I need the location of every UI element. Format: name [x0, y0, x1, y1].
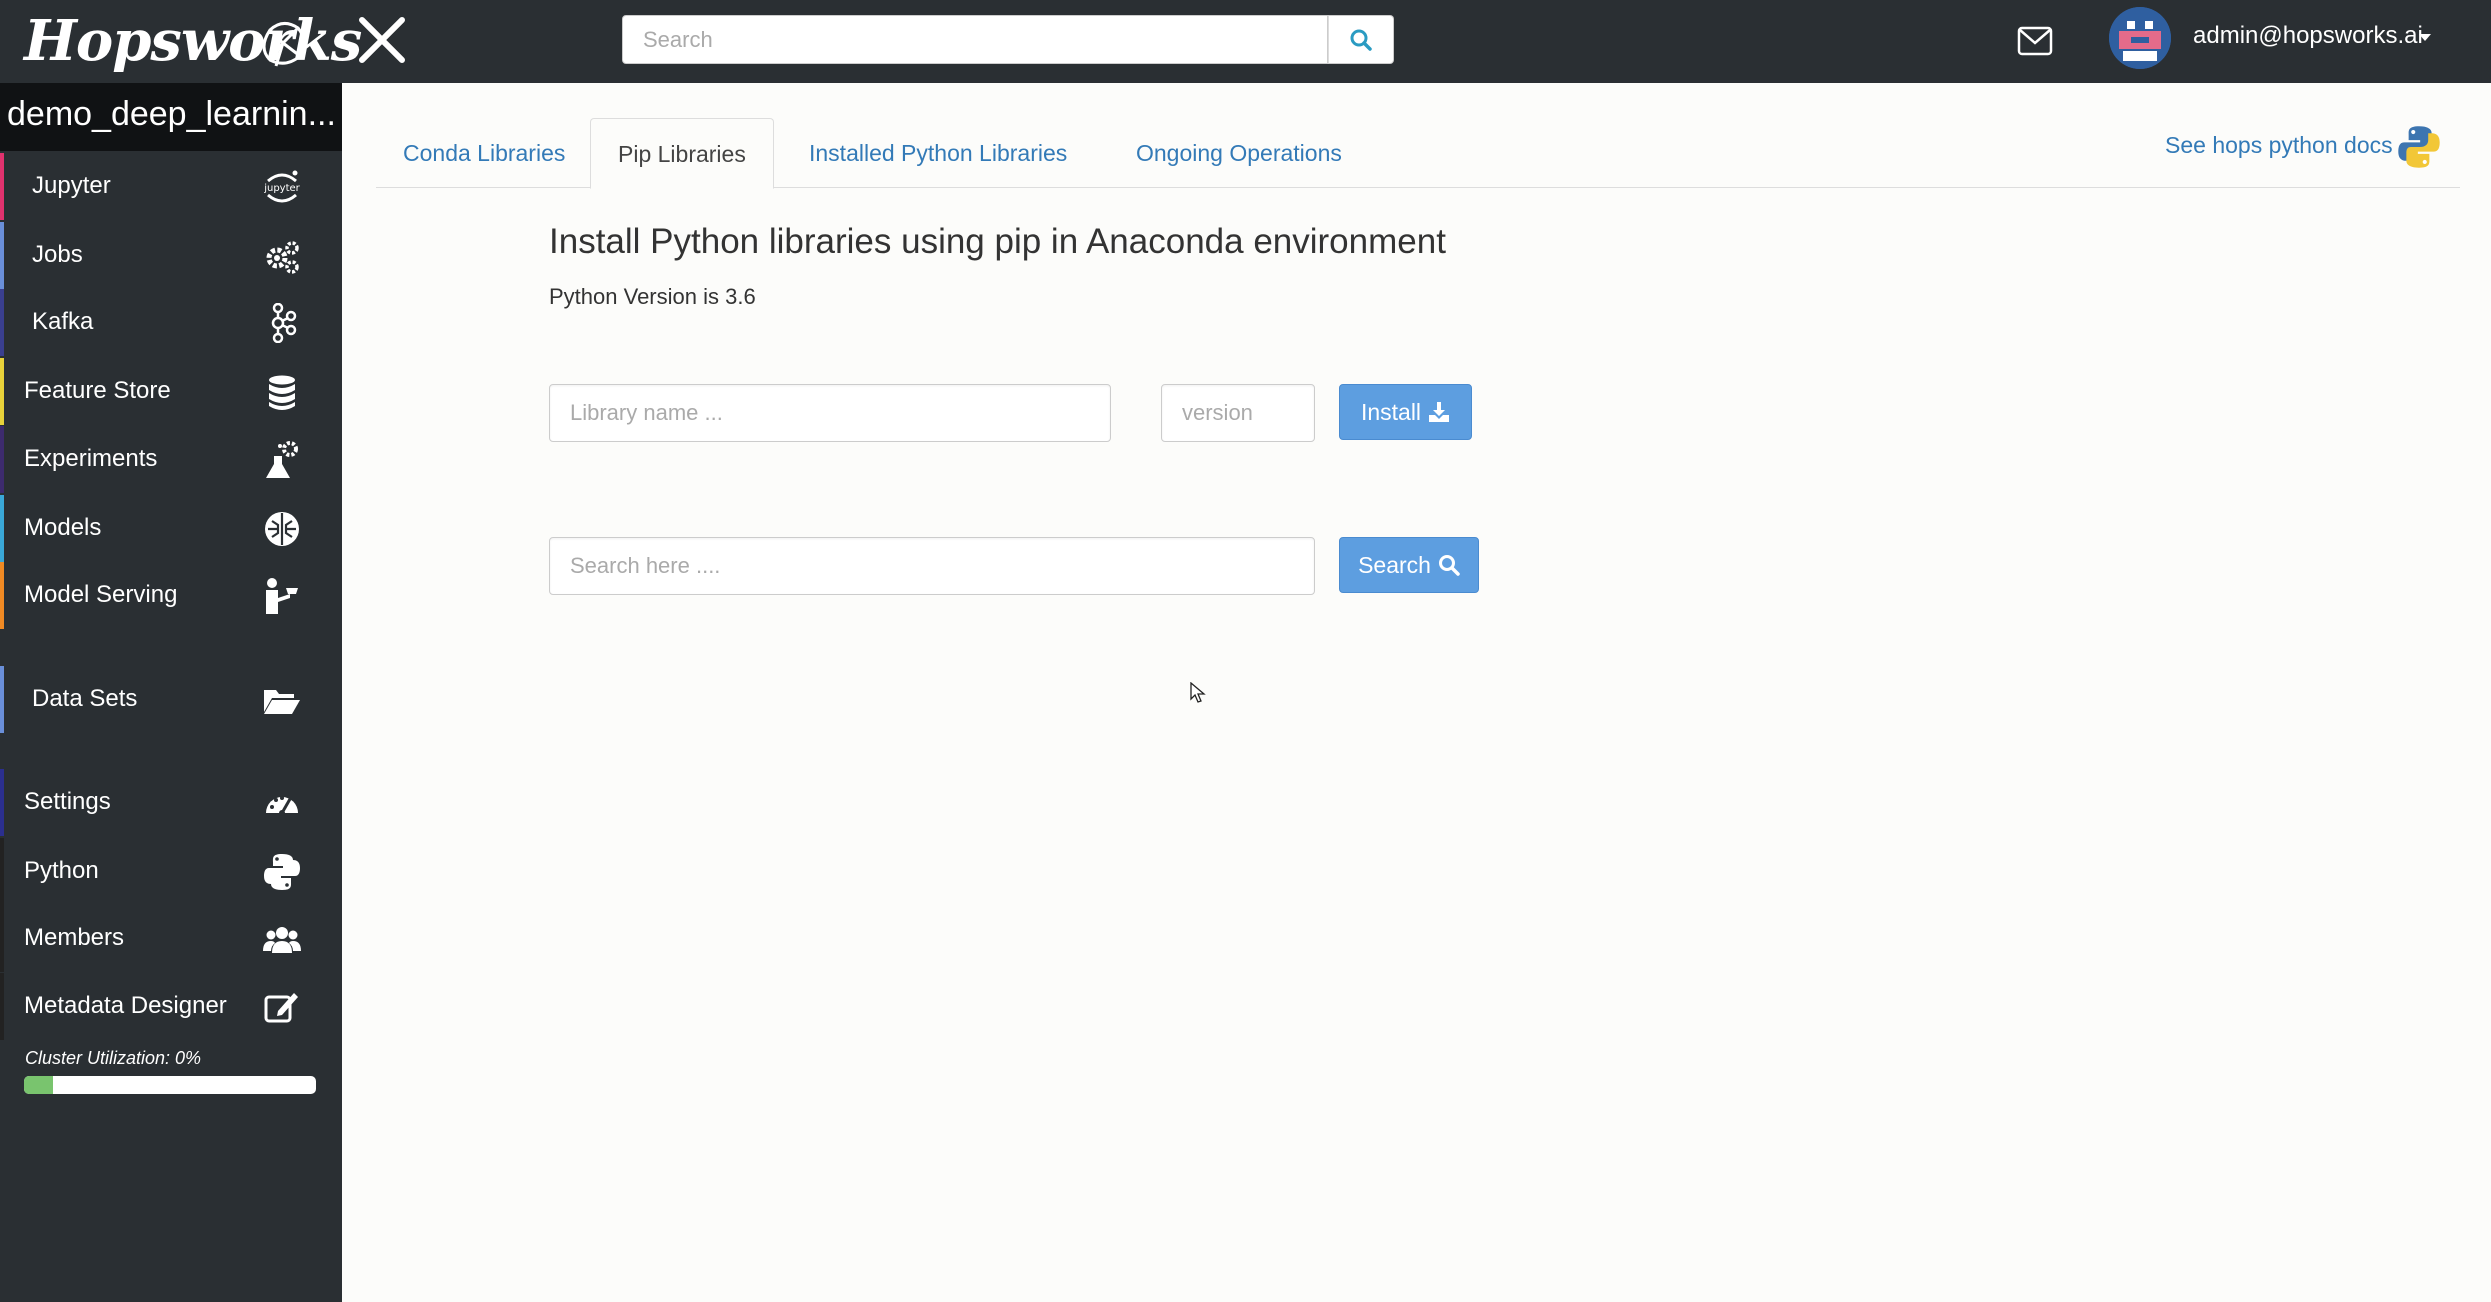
- avatar[interactable]: [2109, 7, 2171, 69]
- mouse-cursor-icon: [1190, 682, 1206, 703]
- sidebar-item-experiments[interactable]: Experiments: [0, 426, 342, 493]
- edit-icon: [264, 993, 298, 1023]
- sidebar-item-label: Metadata Designer: [24, 992, 227, 1019]
- sidebar-accent: [0, 426, 4, 493]
- hops-python-docs-link[interactable]: See hops python docs: [2165, 132, 2393, 159]
- sidebar-item-label: Feature Store: [24, 377, 171, 404]
- brain-icon: [265, 512, 299, 546]
- sidebar-item-settings[interactable]: Settings: [0, 769, 342, 836]
- sidebar-accent: [0, 769, 4, 836]
- sidebar-item-label: Kafka: [32, 308, 94, 335]
- sidebar-item-kafka[interactable]: Kafka: [0, 289, 342, 356]
- library-tabs: Conda Libraries Pip Libraries Installed …: [376, 118, 2460, 189]
- tab-pip-libraries[interactable]: Pip Libraries: [590, 118, 774, 189]
- sidebar-item-members[interactable]: Members: [0, 905, 342, 972]
- sidebar-item-label: Model Serving: [24, 581, 178, 608]
- python-logo-icon[interactable]: [2396, 124, 2442, 170]
- sidebar-item-label: Models: [24, 514, 102, 541]
- library-version-input[interactable]: [1161, 384, 1315, 442]
- tab-installed-python-libraries[interactable]: Installed Python Libraries: [782, 118, 1094, 188]
- library-name-input[interactable]: [549, 384, 1111, 442]
- avatar-image: [2109, 7, 2171, 69]
- folder-open-icon: [264, 690, 300, 714]
- dashboard-icon: [266, 796, 298, 816]
- sidebar-accent: [0, 838, 4, 905]
- kafka-icon: [271, 303, 297, 343]
- search-button-label: Search: [1358, 551, 1431, 578]
- install-button-label: Install: [1360, 398, 1422, 425]
- sidebar-item-model-serving[interactable]: Model Serving: [0, 562, 342, 629]
- database-icon: [269, 375, 295, 410]
- sidebar-item-models[interactable]: Models: [0, 495, 342, 562]
- library-search-input[interactable]: [549, 537, 1315, 595]
- cluster-utilization-bar: [24, 1076, 316, 1094]
- sidebar-item-feature-store[interactable]: Feature Store: [0, 358, 342, 425]
- hopsworks-logo-icon: [262, 22, 305, 67]
- user-menu[interactable]: admin@hopsworks.ai: [2193, 22, 2423, 50]
- flask-icon: [266, 441, 298, 478]
- download-icon: [1429, 402, 1450, 422]
- search-icon: [1438, 555, 1460, 576]
- sidebar-item-metadata-designer[interactable]: Metadata Designer: [0, 973, 342, 1040]
- page-title: Install Python libraries using pip in An…: [549, 222, 1446, 261]
- python-version-text: Python Version is 3.6: [549, 284, 756, 309]
- sidebar-accent: [0, 358, 4, 425]
- chevron-down-icon[interactable]: [2419, 34, 2431, 41]
- sidebar-accent: [0, 973, 4, 1040]
- sidebar-item-label: Jobs: [32, 241, 83, 268]
- global-search-input[interactable]: [622, 15, 1328, 64]
- project-name[interactable]: demo_deep_learnin...: [0, 83, 342, 151]
- gears-icon: [266, 241, 299, 274]
- global-search-button[interactable]: [1328, 15, 1394, 64]
- mail-icon[interactable]: [2017, 26, 2053, 56]
- sidebar-accent: [0, 222, 4, 289]
- sidebar-item-python[interactable]: Python: [0, 838, 342, 905]
- hopsworks-logo[interactable]: Hopsworks: [24, 8, 362, 74]
- sidebar-item-label: Settings: [24, 788, 111, 815]
- svg-text:jupyter: jupyter: [263, 183, 300, 194]
- install-button[interactable]: Install: [1339, 384, 1472, 440]
- sidebar-item-label: Experiments: [24, 445, 158, 472]
- sidebar-item-jobs[interactable]: Jobs: [0, 222, 342, 289]
- tab-ongoing-operations[interactable]: Ongoing Operations: [1109, 118, 1369, 188]
- search-icon: [1350, 29, 1372, 51]
- serving-icon: [266, 578, 298, 614]
- users-icon: [263, 927, 301, 953]
- python-icon: [264, 854, 300, 890]
- sidebar-accent: [0, 289, 4, 356]
- sidebar-item-jupyter[interactable]: Jupyter jupyter: [0, 153, 342, 220]
- top-navbar: Hopsworks admin@hopsworks.ai: [0, 0, 2491, 83]
- sidebar-item-label: Members: [24, 924, 125, 951]
- sidebar-accent: [0, 905, 4, 972]
- library-search-button[interactable]: Search: [1339, 537, 1479, 593]
- sidebar-item-label: Data Sets: [32, 685, 138, 712]
- global-search: [622, 15, 1394, 64]
- sidebar-accent: [0, 666, 4, 733]
- sidebar-item-data-sets[interactable]: Data Sets: [0, 666, 342, 733]
- sidebar-item-label: Jupyter: [32, 172, 111, 199]
- jupyter-icon: jupyter: [263, 170, 301, 203]
- close-icon[interactable]: [356, 14, 408, 66]
- sidebar: demo_deep_learnin... Jupyter jupyter Job…: [0, 83, 342, 1302]
- sidebar-accent: [0, 562, 4, 629]
- cluster-utilization-label: Cluster Utilization: 0%: [25, 1048, 202, 1068]
- sidebar-accent: [0, 153, 4, 220]
- sidebar-item-label: Python: [24, 857, 99, 884]
- sidebar-accent: [0, 495, 4, 562]
- tab-conda-libraries[interactable]: Conda Libraries: [376, 118, 592, 188]
- cluster-utilization-fill: [24, 1076, 54, 1094]
